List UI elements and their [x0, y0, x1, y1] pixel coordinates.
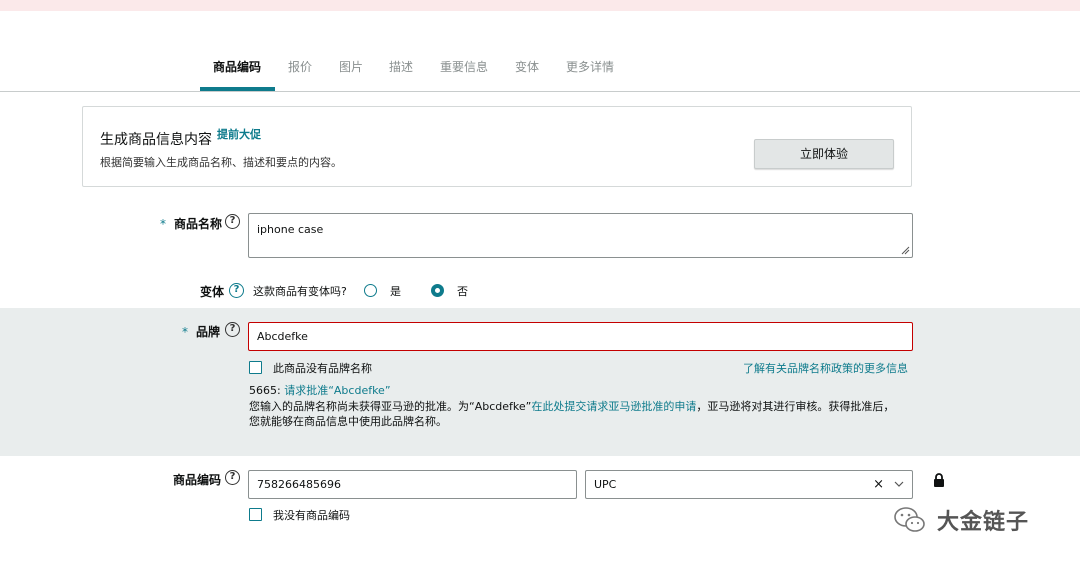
help-circle-icon[interactable]: ?: [225, 470, 240, 485]
content-generator-panel: 生成商品信息内容 提前大促 根据简要输入生成商品名称、描述和要点的内容。 立即体…: [82, 106, 912, 187]
product-id-value: 758266485696: [257, 478, 341, 491]
product-name-input[interactable]: iphone case: [248, 213, 913, 258]
tab-important-info[interactable]: 重要信息: [440, 58, 488, 75]
submit-approval-link[interactable]: 在此处提交请求亚马逊批准的申请: [531, 400, 696, 413]
brand-message-line2: 您就能够在商品信息中使用此品牌名称。: [249, 415, 447, 428]
variant-no-label: 否: [457, 285, 468, 298]
generator-description: 根据简要输入生成商品名称、描述和要点的内容。: [100, 156, 342, 169]
product-name-label: * 商品名称: [160, 217, 223, 231]
variant-question: 这款商品有变体吗?: [253, 285, 347, 298]
tab-bar: 商品编码 报价 图片 描述 重要信息 变体 更多详情: [0, 50, 1080, 92]
variant-yes-label: 是: [390, 285, 401, 298]
no-product-id-checkbox[interactable]: [249, 508, 262, 521]
help-circle-icon[interactable]: ?: [225, 214, 240, 229]
lock-icon: [934, 473, 944, 487]
tab-product-id[interactable]: 商品编码: [213, 58, 261, 75]
product-name-value: iphone case: [257, 223, 324, 236]
brand-label: * 品牌: [182, 325, 221, 339]
no-product-id-label: 我没有商品编码: [273, 509, 350, 522]
request-approval-link[interactable]: 请求批准“Abcdefke”: [284, 384, 390, 397]
no-brand-label: 此商品没有品牌名称: [273, 362, 372, 375]
try-now-button[interactable]: 立即体验: [754, 139, 894, 169]
brand-approval-line: 5665: 请求批准“Abcdefke”: [249, 384, 391, 397]
help-circle-icon[interactable]: ?: [225, 322, 240, 337]
tab-variations[interactable]: 变体: [515, 58, 539, 75]
variant-yes-radio[interactable]: [364, 284, 377, 297]
product-id-type-value: UPC: [594, 478, 617, 491]
active-tab-indicator: [200, 87, 275, 91]
no-brand-checkbox[interactable]: [249, 361, 262, 374]
resize-handle-icon[interactable]: [900, 245, 910, 255]
product-id-type-select[interactable]: UPC ×: [585, 470, 913, 499]
variant-no-radio[interactable]: [431, 284, 444, 297]
watermark-text: 大金链子: [937, 510, 1030, 535]
brand-message: 您输入的品牌名称尚未获得亚马逊的批准。为“Abcdefke”在此处提交请求亚马逊…: [249, 400, 895, 413]
product-id-label: 商品编码: [173, 473, 222, 487]
variant-label: 变体: [200, 285, 225, 299]
tab-more-details[interactable]: 更多详情: [566, 58, 614, 75]
generator-badge: 提前大促: [217, 128, 261, 141]
clear-icon[interactable]: ×: [873, 471, 884, 498]
wechat-icon: [894, 507, 925, 532]
tab-description[interactable]: 描述: [389, 58, 413, 75]
top-alert-bar: [0, 0, 1080, 11]
tab-images[interactable]: 图片: [339, 58, 363, 75]
brand-value: Abcdefke: [257, 330, 308, 343]
help-circle-icon[interactable]: ?: [229, 283, 244, 298]
brand-input[interactable]: Abcdefke: [248, 322, 913, 351]
generator-title: 生成商品信息内容: [100, 132, 212, 148]
brand-policy-link[interactable]: 了解有关品牌名称政策的更多信息: [743, 360, 908, 376]
chevron-down-icon[interactable]: [894, 471, 904, 498]
tab-offer[interactable]: 报价: [288, 58, 312, 75]
product-id-input[interactable]: 758266485696: [248, 470, 577, 499]
